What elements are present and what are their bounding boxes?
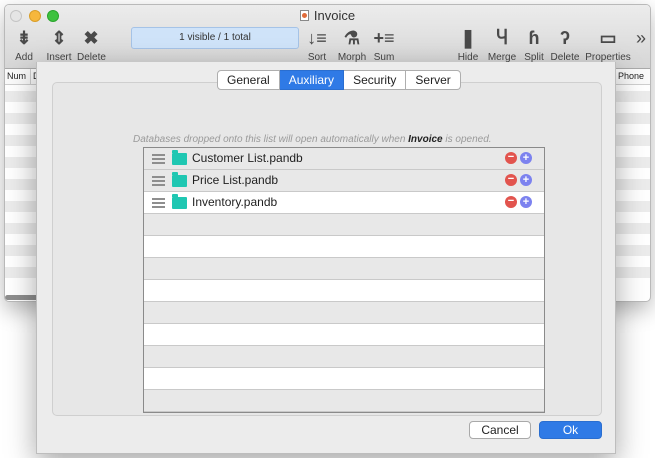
split-icon: ɦ bbox=[528, 28, 540, 48]
ok-button[interactable]: Ok bbox=[539, 421, 602, 439]
folder-icon bbox=[172, 194, 187, 209]
chevron-double-right-icon: » bbox=[635, 28, 646, 48]
sum-icon: +≡ bbox=[373, 28, 395, 48]
toolbar-properties-button[interactable]: ▭ Properties bbox=[583, 27, 633, 63]
tab-server[interactable]: Server bbox=[406, 70, 461, 90]
remove-database-button[interactable]: − bbox=[505, 196, 517, 208]
add-database-button[interactable]: + bbox=[520, 174, 532, 186]
add-record-icon: ⇟ bbox=[16, 28, 32, 48]
delete-field-icon: ʔ bbox=[559, 28, 570, 48]
window-title: Invoice bbox=[5, 8, 650, 23]
document-icon bbox=[299, 10, 309, 21]
toolbar-overflow-button[interactable]: » bbox=[633, 27, 649, 49]
auxiliary-panel: Databases dropped onto this list will op… bbox=[52, 82, 602, 416]
flask-icon: ⚗ bbox=[343, 28, 361, 48]
toolbar-sort-button[interactable]: ↓≡ Sort bbox=[305, 27, 329, 63]
delete-record-icon: ✖ bbox=[83, 28, 99, 48]
drag-handle-icon[interactable] bbox=[152, 198, 165, 208]
toolbar-delete-field-button[interactable]: ʔ Delete bbox=[548, 27, 582, 63]
toolbar-hide-button[interactable]: ❚ Hide bbox=[454, 27, 482, 63]
add-database-button[interactable]: + bbox=[520, 196, 532, 208]
empty-list-row bbox=[144, 324, 544, 346]
empty-list-row bbox=[144, 280, 544, 302]
auxiliary-hint-text: Databases dropped onto this list will op… bbox=[133, 134, 492, 145]
record-count-display: 1 visible / 1 total bbox=[131, 27, 299, 49]
empty-list-row bbox=[144, 214, 544, 236]
empty-list-row bbox=[144, 346, 544, 368]
window-titlebar: Invoice ⇟ Add ⇕ Insert ✖ Delete 1 visibl… bbox=[5, 5, 650, 69]
cancel-button[interactable]: Cancel bbox=[469, 421, 531, 439]
bookmark-icon: ❚ bbox=[460, 28, 476, 48]
tab-general[interactable]: General bbox=[217, 70, 280, 90]
database-name: Inventory.pandb bbox=[192, 195, 278, 209]
add-database-button[interactable]: + bbox=[520, 152, 532, 164]
toolbar-delete-button[interactable]: ✖ Delete bbox=[77, 27, 106, 63]
empty-list-row bbox=[144, 236, 544, 258]
options-tab-bar: General Auxiliary Security Server bbox=[217, 70, 461, 90]
toolbar-split-button[interactable]: ɦ Split bbox=[521, 27, 547, 63]
toolbar-sum-button[interactable]: +≡ Sum bbox=[371, 27, 397, 63]
empty-list-row bbox=[144, 390, 544, 412]
toolbar-morph-button[interactable]: ⚗ Morph bbox=[335, 27, 369, 63]
tab-security[interactable]: Security bbox=[344, 70, 407, 90]
drag-handle-icon[interactable] bbox=[152, 154, 165, 164]
empty-list-row bbox=[144, 302, 544, 324]
database-name: Customer List.pandb bbox=[192, 151, 303, 165]
column-header-phone[interactable]: Phone bbox=[616, 69, 650, 85]
list-item[interactable]: Customer List.pandb − + bbox=[144, 148, 544, 170]
merge-icon: Ⴗ bbox=[496, 28, 508, 48]
toolbar-insert-button[interactable]: ⇕ Insert bbox=[43, 27, 75, 63]
folder-icon bbox=[172, 172, 187, 187]
drag-handle-icon[interactable] bbox=[152, 176, 165, 186]
list-item[interactable]: Price List.pandb − + bbox=[144, 170, 544, 192]
folder-icon bbox=[172, 150, 187, 165]
toolbar-add-button[interactable]: ⇟ Add bbox=[11, 27, 37, 63]
remove-database-button[interactable]: − bbox=[505, 174, 517, 186]
column-header-num[interactable]: Num bbox=[5, 69, 31, 85]
sort-icon: ↓≡ bbox=[307, 28, 327, 48]
remove-database-button[interactable]: − bbox=[505, 152, 517, 164]
database-name: Price List.pandb bbox=[192, 173, 279, 187]
database-options-sheet: General Auxiliary Security Server Databa… bbox=[36, 62, 616, 454]
toolbar-merge-button[interactable]: Ⴗ Merge bbox=[485, 27, 519, 63]
list-item[interactable]: Inventory.pandb − + bbox=[144, 192, 544, 214]
auxiliary-database-list[interactable]: Customer List.pandb − + Price List.pandb… bbox=[143, 147, 545, 413]
tab-auxiliary[interactable]: Auxiliary bbox=[279, 70, 345, 90]
empty-list-row bbox=[144, 368, 544, 390]
insert-record-icon: ⇕ bbox=[51, 28, 67, 48]
properties-icon: ▭ bbox=[599, 28, 617, 48]
empty-list-row bbox=[144, 258, 544, 280]
